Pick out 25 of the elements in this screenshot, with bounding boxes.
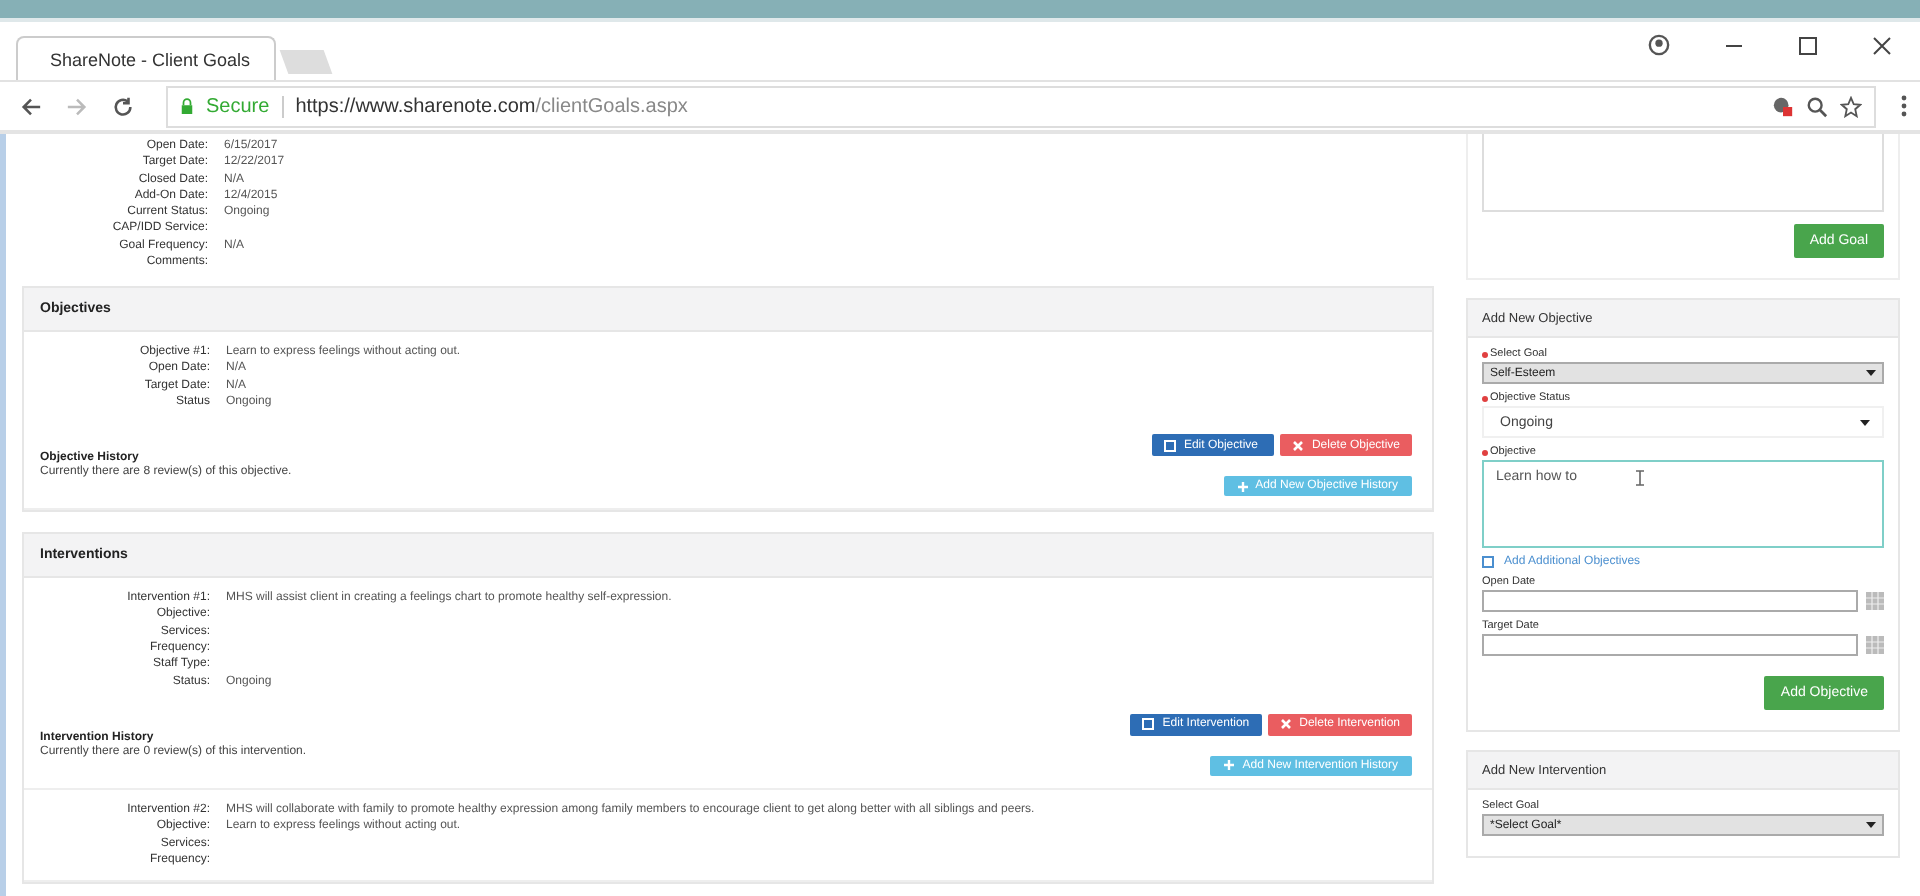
- date-field[interactable]: [1482, 590, 1858, 612]
- checkbox[interactable]: [1482, 556, 1494, 568]
- edit-icon: [1142, 718, 1155, 731]
- search-icon[interactable]: [1806, 95, 1828, 117]
- profile-icon[interactable]: [1648, 34, 1670, 56]
- close-icon: [1279, 718, 1292, 731]
- reload-icon[interactable]: [112, 95, 134, 117]
- browser-tab[interactable]: ShareNote - Client Goals: [16, 36, 276, 80]
- maximize-icon[interactable]: [1798, 35, 1818, 55]
- caret-icon: [1866, 822, 1876, 828]
- close-icon: [1291, 439, 1304, 452]
- menu-icon[interactable]: [1900, 94, 1908, 118]
- star-icon[interactable]: [1840, 95, 1862, 117]
- address-bar[interactable]: Secure https://www.sharenote.com/clientGoals.aspx: [166, 85, 1876, 127]
- edit-icon: [1163, 439, 1176, 452]
- date-field[interactable]: [1482, 634, 1858, 656]
- text-cursor-icon: [1636, 470, 1645, 486]
- caret-icon: [1866, 370, 1876, 376]
- caret-icon: [1860, 419, 1870, 425]
- extension-icon[interactable]: [1772, 95, 1794, 117]
- back-icon[interactable]: [20, 95, 42, 117]
- close-icon[interactable]: [1872, 35, 1892, 55]
- plus-icon: [1237, 481, 1248, 492]
- lock-icon: [180, 97, 194, 115]
- plus-icon: [1224, 760, 1235, 771]
